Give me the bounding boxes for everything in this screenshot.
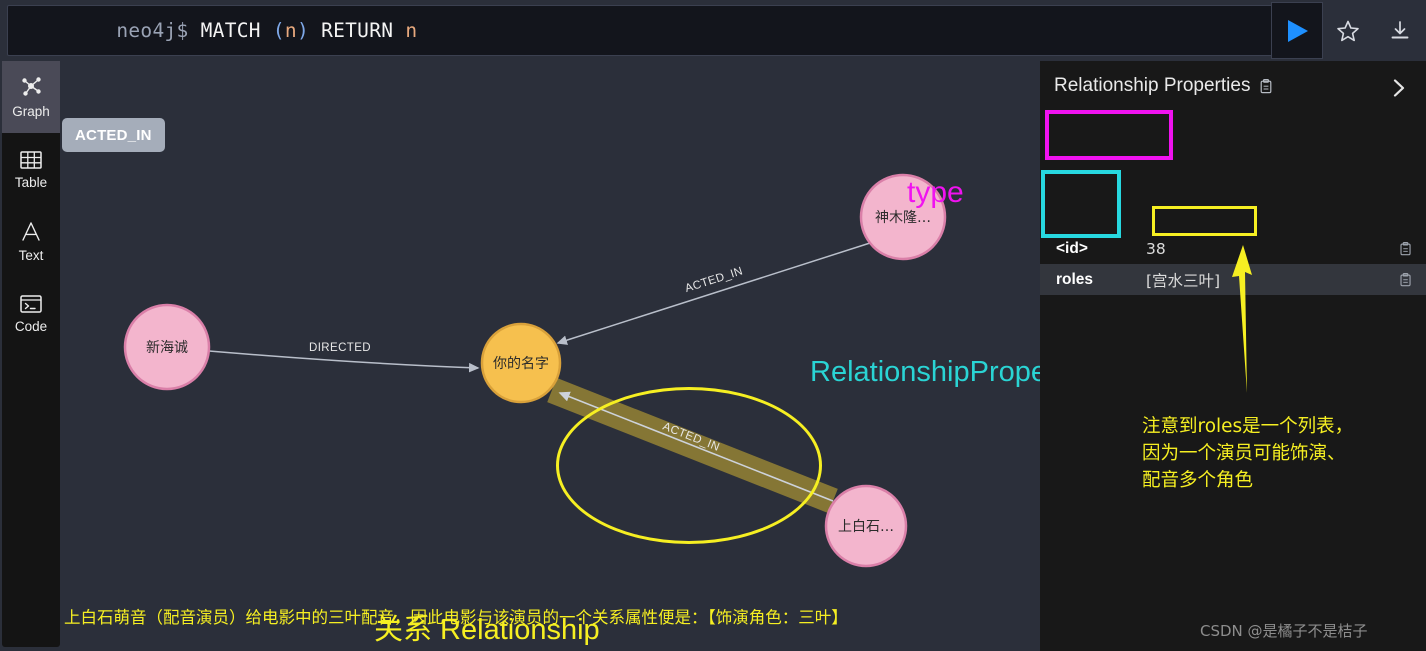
relationship-properties-panel: Relationship Properties — [1040, 61, 1426, 651]
node-label-3: 上白石… — [838, 519, 894, 535]
watermark: CSDN @是橘子不是桔子 — [1200, 622, 1368, 640]
panel-title: Relationship Properties — [1054, 75, 1251, 96]
chevron-right-icon — [1393, 79, 1405, 97]
node-label-2: 神木隆… — [875, 210, 931, 226]
sidebar-item-text[interactable]: Text — [2, 205, 60, 277]
properties-table: <id> 38 roles [宫水三叶] — [1040, 233, 1426, 295]
graph-icon — [22, 77, 41, 96]
table-row[interactable]: <id> 38 — [1040, 233, 1426, 264]
query-bar: neo4j$ MATCH (n) RETURN n — [0, 0, 1426, 61]
table-icon — [20, 151, 42, 169]
relationship-label-directed: DIRECTED — [309, 342, 371, 354]
property-value: [宫水三叶] — [1146, 271, 1221, 290]
figure-caption: 上白石萌音（配音演员）给电影中的三叶配音，因此电影与该演员的一个关系属性便是：【… — [64, 608, 848, 627]
panel-collapse-button[interactable] — [1388, 77, 1410, 104]
node-label-4: 你的名字 — [493, 356, 549, 372]
panel-header: Relationship Properties — [1054, 75, 1275, 97]
graph-svg: ACTED_IN DIRECTED ACTED_IN 新海诚 神木隆… 上白石…… — [123, 173, 947, 568]
favorite-button[interactable] — [1322, 2, 1374, 59]
relationship-acted-in[interactable]: ACTED_IN — [556, 242, 871, 345]
sidebar-label-text: Text — [18, 248, 44, 264]
graph-node-person-3[interactable]: 上白石… — [824, 484, 908, 568]
query-prompt: neo4j$ — [116, 19, 189, 42]
sidebar-item-graph[interactable]: Graph — [2, 61, 60, 133]
clipboard-icon[interactable] — [1258, 78, 1275, 95]
query-return-variable: n — [405, 19, 418, 42]
node-label-1: 新海诚 — [146, 340, 188, 356]
code-icon — [20, 295, 42, 313]
view-mode-rail: Graph Table Text Code — [2, 61, 60, 647]
run-query-button[interactable] — [1271, 2, 1323, 59]
play-icon — [1288, 19, 1308, 42]
copy-property-button[interactable] — [1386, 241, 1426, 257]
query-paren-open: ( — [272, 19, 285, 42]
query-paren-close: ) — [296, 19, 310, 42]
query-variable: n — [284, 19, 297, 42]
query-keyword-return: RETURN — [321, 19, 394, 42]
sidebar-label-graph: Graph — [12, 104, 50, 120]
query-input[interactable]: neo4j$ MATCH (n) RETURN n — [7, 5, 1318, 56]
download-button[interactable] — [1374, 2, 1426, 59]
copy-property-button[interactable] — [1386, 272, 1426, 288]
star-icon — [1337, 20, 1359, 41]
property-key: <id> — [1056, 239, 1088, 257]
relationship-acted-in-highlighted[interactable]: ACTED_IN — [547, 377, 838, 514]
graph-canvas[interactable]: ACTED_IN DIRECTED ACTED_IN 新海诚 神木隆… 上白石…… — [60, 61, 1038, 647]
sidebar-label-code: Code — [14, 319, 48, 335]
table-row[interactable]: roles [宫水三叶] — [1040, 264, 1426, 295]
neo4j-browser-window: neo4j$ MATCH (n) RETURN n Graph Table Te… — [0, 0, 1426, 651]
clipboard-icon — [1400, 272, 1411, 286]
sidebar-label-table: Table — [14, 175, 48, 191]
clipboard-icon — [1400, 241, 1411, 255]
relationship-type-chip[interactable]: ACTED_IN — [62, 118, 165, 152]
relationship-directed[interactable]: DIRECTED — [208, 342, 480, 373]
sidebar-item-code[interactable]: Code — [2, 277, 60, 349]
text-icon — [22, 222, 40, 241]
graph-node-person-1[interactable]: 新海诚 — [123, 303, 211, 391]
annotation-note: 注意到roles是一个列表， 因为一个演员可能饰演、 配音多个角色 — [1142, 416, 1354, 492]
property-key: roles — [1056, 270, 1094, 288]
sidebar-item-table[interactable]: Table — [2, 133, 60, 205]
graph-node-person-2[interactable]: 神木隆… — [859, 173, 947, 261]
download-icon — [1391, 20, 1409, 38]
relationship-label-acted-in-1: ACTED_IN — [684, 265, 745, 295]
graph-node-movie[interactable]: 你的名字 — [480, 322, 562, 404]
property-value: 38 — [1146, 239, 1166, 258]
query-keyword-match: MATCH — [200, 19, 261, 42]
